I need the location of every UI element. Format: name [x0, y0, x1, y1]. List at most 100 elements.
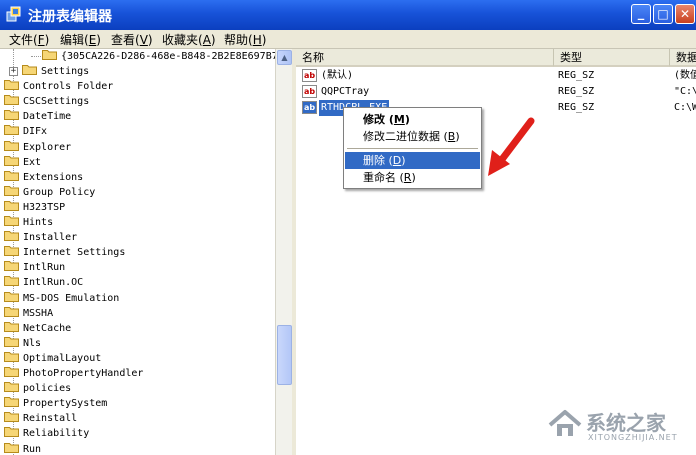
tree-item[interactable]: Explorer — [4, 140, 71, 155]
menu-file-end: ) — [44, 33, 50, 47]
menu-file[interactable]: 文件(F) — [9, 31, 49, 48]
string-value-icon: ab — [302, 69, 317, 82]
menu-edit-label: 编辑( — [60, 33, 89, 47]
tree-item-label: PropertySystem — [23, 398, 108, 410]
menu-view-end: ) — [147, 33, 153, 47]
folder-icon — [4, 125, 19, 136]
tree-item-label: Internet Settings — [23, 247, 126, 259]
tree-item[interactable]: Reliability — [4, 426, 89, 441]
expand-icon[interactable]: + — [9, 67, 18, 76]
menu-help[interactable]: 帮助(H) — [224, 31, 266, 48]
tree-item[interactable]: DateTime — [4, 109, 71, 124]
tree-item-label: {305CA226-D286-468e-B848-2B2E8E697B74} — [61, 51, 275, 62]
tree-item[interactable]: Reinstall — [4, 411, 77, 426]
watermark-logo: 系统之家 XITONGZHIJIA.NET — [548, 405, 696, 447]
tree-item[interactable]: H323TSP — [4, 200, 65, 215]
tree-item[interactable]: Settings — [22, 64, 89, 79]
minimize-button[interactable]: _ — [631, 4, 651, 24]
context-menu-modify[interactable]: 修改 (M) — [345, 111, 480, 128]
ctx-key: D — [392, 154, 402, 167]
tree-item[interactable]: Ext — [4, 155, 41, 170]
folder-icon — [4, 442, 19, 453]
tree-item-label: Installer — [23, 232, 78, 244]
list-item[interactable]: ab QQPCTray REG_SZ "C:\ — [296, 84, 696, 100]
title-bar[interactable]: 注册表编辑器 _ □ ✕ — [0, 0, 696, 30]
registry-editor-icon — [6, 6, 21, 22]
tree-item[interactable]: PhotoPropertyHandler — [4, 366, 143, 381]
tree-item[interactable]: Run — [4, 442, 41, 455]
menu-view[interactable]: 查看(V) — [111, 31, 153, 48]
tree-item[interactable]: Controls Folder — [4, 79, 113, 94]
menu-favorites-label: 收藏夹( — [162, 33, 203, 47]
registry-tree[interactable]: {305CA226-D286-468e-B848-2B2E8E697B74} +… — [0, 49, 275, 455]
folder-icon — [4, 397, 19, 408]
folder-icon — [4, 351, 19, 362]
value-data: "C:\ — [674, 86, 696, 97]
ctx-key: M — [393, 113, 405, 126]
folder-icon — [4, 336, 19, 347]
folder-icon — [4, 170, 19, 181]
tree-item[interactable]: {305CA226-D286-468e-B848-2B2E8E697B74} — [42, 49, 275, 64]
tree-item[interactable]: MS-DOS Emulation — [4, 291, 119, 306]
folder-icon — [4, 261, 19, 272]
tree-item[interactable]: Hints — [4, 215, 53, 230]
tree-item-label: Reinstall — [23, 413, 78, 425]
menu-favorites-key: A — [202, 33, 211, 47]
menu-file-label: 文件( — [9, 33, 38, 47]
menu-file-key: F — [37, 33, 45, 47]
tree-item[interactable]: Group Policy — [4, 185, 95, 200]
scroll-up-arrow-icon[interactable]: ▲ — [277, 50, 292, 65]
column-header-data[interactable]: 数据 — [670, 49, 696, 67]
tree-item[interactable]: Installer — [4, 230, 77, 245]
folder-icon — [4, 246, 19, 257]
tree-item[interactable]: Nls — [4, 336, 41, 351]
tree-item-label: H323TSP — [23, 201, 66, 213]
scroll-thumb[interactable] — [277, 325, 292, 385]
menu-help-end: ) — [261, 33, 267, 47]
folder-icon — [4, 185, 19, 196]
watermark-text: 系统之家 — [586, 411, 666, 435]
string-value-icon: ab — [302, 101, 317, 114]
tree-item[interactable]: Internet Settings — [4, 245, 125, 260]
ctx-end: ) — [411, 171, 416, 184]
red-arrow-icon — [488, 117, 535, 176]
tree-item-label: CSCSettings — [23, 96, 90, 108]
context-menu: 修改 (M) 修改二进位数据 (B) 删除 (D) 重命名 (R) — [343, 107, 482, 189]
context-menu-delete[interactable]: 删除 (D) — [345, 152, 480, 169]
tree-item[interactable]: DIFx — [4, 124, 47, 139]
tree-item[interactable]: policies — [4, 381, 71, 396]
tree-item[interactable]: IntlRun.OC — [4, 275, 83, 290]
column-header-name[interactable]: 名称 — [296, 49, 554, 67]
folder-icon — [4, 95, 19, 106]
tree-item-label: DIFx — [23, 126, 48, 138]
tree-item[interactable]: OptimalLayout — [4, 351, 101, 366]
menu-help-label: 帮助( — [224, 33, 253, 47]
string-value-icon: ab — [302, 85, 317, 98]
menu-edit[interactable]: 编辑(E) — [60, 31, 101, 48]
value-name: QQPCTray — [321, 86, 370, 97]
menu-favorites-end: ) — [210, 33, 216, 47]
house-logo-icon — [548, 410, 582, 436]
context-menu-modify-binary[interactable]: 修改二进位数据 (B) — [345, 128, 480, 145]
maximize-button[interactable]: □ — [653, 4, 673, 24]
tree-item[interactable]: MSSHA — [4, 306, 53, 321]
value-type: REG_SZ — [558, 102, 595, 113]
tree-item-label: MSSHA — [23, 307, 54, 319]
menu-favorites[interactable]: 收藏夹(A) — [162, 31, 216, 48]
tree-item[interactable]: NetCache — [4, 321, 71, 336]
tree-item-label: Group Policy — [23, 186, 96, 198]
tree-item[interactable]: IntlRun — [4, 260, 65, 275]
tree-item[interactable]: CSCSettings — [4, 94, 89, 109]
list-item[interactable]: ab (默认) REG_SZ (数值 — [296, 68, 696, 84]
close-button[interactable]: ✕ — [675, 4, 695, 24]
tree-item-label: Reliability — [23, 428, 90, 440]
folder-icon — [4, 140, 19, 151]
folder-icon — [4, 382, 19, 393]
tree-item[interactable]: PropertySystem — [4, 396, 107, 411]
context-menu-rename[interactable]: 重命名 (R) — [345, 169, 480, 186]
tree-item-label: NetCache — [23, 322, 72, 334]
menu-edit-end: ) — [96, 33, 101, 47]
tree-item[interactable]: Extensions — [4, 170, 83, 185]
column-header-type[interactable]: 类型 — [554, 49, 670, 67]
tree-scrollbar[interactable]: ▲ — [275, 49, 292, 455]
